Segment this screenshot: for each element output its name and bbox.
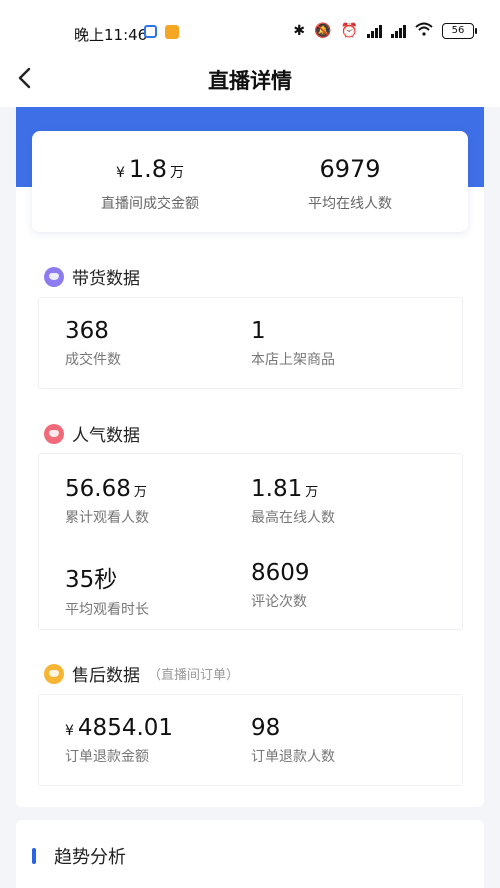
- nav-bar: 直播详情: [0, 55, 500, 107]
- stat-label: 评论次数: [251, 594, 307, 610]
- battery-icon: 56: [442, 23, 477, 39]
- alarm-icon: ⏰: [340, 23, 358, 39]
- wifi-icon: [415, 22, 433, 40]
- status-time: 晚上11:46: [74, 26, 148, 44]
- stat-value: 8609: [251, 560, 310, 586]
- section-after-sales-header: 售后数据 （直播间订单）: [44, 661, 239, 686]
- notification-icons: [144, 25, 179, 39]
- currency-symbol: ¥: [115, 165, 125, 181]
- signal-2-icon: [391, 24, 406, 38]
- summary-label: 直播间成交金额: [101, 196, 199, 212]
- section-popularity-header: 人气数据: [44, 421, 140, 446]
- section-title: 人气数据: [72, 426, 140, 446]
- stat-total-viewers: 56.68 万 累计观看人数: [65, 476, 149, 527]
- status-indicators: ✱ 🔕 ⏰ 56: [293, 22, 477, 40]
- stat-value: 368: [65, 318, 109, 344]
- currency-symbol: ¥: [65, 723, 74, 739]
- status-bar: 晚上11:46 ✱ 🔕 ⏰ 56: [0, 0, 500, 62]
- goods-data-box: 368 成交件数 1 本店上架商品: [38, 297, 463, 389]
- trend-title: 趋势分析: [54, 847, 126, 868]
- section-title: 售后数据: [72, 666, 140, 686]
- stat-label: 订单退款金额: [65, 749, 149, 765]
- stat-peak-online: 1.81 万 最高在线人数: [251, 476, 335, 527]
- stat-unit: 万: [305, 485, 319, 500]
- stat-value: 1: [251, 318, 266, 344]
- app-notification-icon: [144, 25, 157, 38]
- summary-value: 6979: [319, 155, 381, 183]
- stat-listed-products: 1 本店上架商品: [251, 318, 335, 369]
- popularity-data-box: 56.68 万 累计观看人数 1.81 万 最高在线人数 35秒 平均观看时长 86…: [38, 453, 463, 630]
- mute-icon: 🔕: [314, 23, 332, 39]
- stat-value: 35秒: [65, 567, 118, 593]
- stat-label: 订单退款人数: [251, 749, 335, 765]
- stat-value: 4854.01: [77, 715, 174, 741]
- summary-gmv: ¥1.8 万 直播间成交金额: [50, 155, 250, 213]
- goods-data-icon: [44, 266, 64, 287]
- popularity-data-icon: [44, 423, 64, 444]
- trend-analysis-card[interactable]: 趋势分析: [16, 820, 484, 888]
- stat-label: 成交件数: [65, 352, 121, 368]
- section-title: 带货数据: [72, 269, 140, 289]
- page-title: 直播详情: [208, 69, 292, 93]
- stat-label: 本店上架商品: [251, 352, 335, 368]
- stat-comment-count: 8609 评论次数: [251, 560, 310, 611]
- message-notification-icon: [165, 25, 179, 39]
- after-sales-data-box: ¥4854.01 订单退款金额 98 订单退款人数: [38, 694, 463, 786]
- stat-value: 1.81: [251, 476, 303, 502]
- stat-unit: 万: [133, 485, 147, 500]
- stat-label: 平均观看时长: [65, 602, 149, 618]
- summary-card: ¥1.8 万 直播间成交金额 6979 平均在线人数: [32, 131, 468, 232]
- stat-label: 累计观看人数: [65, 510, 149, 526]
- section-goods-header: 带货数据: [44, 264, 140, 289]
- summary-value: 1.8: [128, 155, 168, 183]
- summary-unit: 万: [170, 165, 185, 181]
- after-sales-data-icon: [44, 663, 64, 684]
- stat-value: 56.68: [65, 476, 131, 502]
- signal-1-icon: [367, 24, 382, 38]
- stat-label: 最高在线人数: [251, 510, 335, 526]
- bluetooth-icon: ✱: [293, 23, 306, 39]
- stat-value: 98: [251, 715, 281, 741]
- summary-label: 平均在线人数: [308, 196, 392, 212]
- section-accent-bar: [32, 848, 36, 864]
- stat-avg-watch-time: 35秒 平均观看时长: [65, 560, 149, 619]
- stat-deal-count: 368 成交件数: [65, 318, 121, 369]
- summary-avg-online: 6979 平均在线人数: [250, 155, 450, 213]
- section-subtitle: （直播间订单）: [148, 668, 240, 683]
- stat-refund-amount: ¥4854.01 订单退款金额: [65, 715, 173, 766]
- stat-refund-users: 98 订单退款人数: [251, 715, 335, 766]
